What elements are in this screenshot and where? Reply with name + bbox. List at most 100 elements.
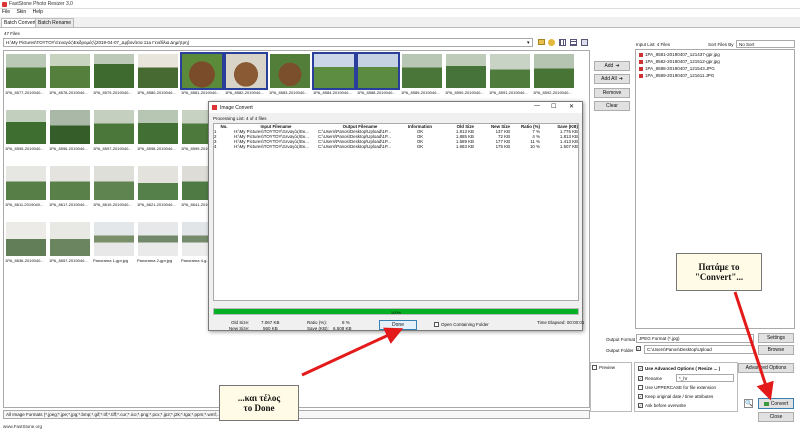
list-item[interactable]: 1PA_8582-20190407_121512-gpr.jpg [639, 59, 720, 64]
convert-icon [763, 401, 769, 406]
maximize-icon[interactable]: ☐ [551, 103, 556, 110]
arrow-right-icon: ➜ [615, 63, 620, 69]
sort-dropdown[interactable]: No Sort [736, 40, 795, 48]
thumbnail-label: 1PA_8588-2019040... [357, 90, 396, 95]
ask-overwrite-checkbox[interactable]: ✓ [638, 403, 643, 408]
thumbnail[interactable]: 1PA_8592-2019040... [533, 53, 575, 97]
rename-checkbox[interactable]: ✓ [638, 376, 643, 381]
uppercase-checkbox[interactable] [638, 385, 643, 390]
browse-button[interactable]: Browse [758, 345, 794, 355]
time-elapsed: Time Elapsed: 00:00:01 [537, 320, 585, 325]
thumbnail[interactable]: 1PA_8597-2019040... [93, 109, 135, 153]
thumbnail-image [180, 52, 224, 90]
thumbnail-image [50, 222, 90, 256]
cell-no: 4 [214, 144, 217, 149]
folder-icon[interactable] [538, 39, 545, 45]
results-table-frame [213, 123, 579, 301]
keep-date-label: Keep original date / time attributes [645, 394, 714, 399]
thumbnail[interactable]: 1PA_8596-2019040... [49, 109, 91, 153]
thumbnail-image [50, 54, 90, 88]
thumbnail[interactable]: 1PA_8621-2019040... [137, 165, 179, 209]
tab-batch-rename[interactable]: Batch Rename [35, 18, 75, 27]
add-all-button[interactable]: Add All ➜ [594, 74, 630, 84]
table-row[interactable]: 4 H:\My Pictures\ΤΟΥΤΟΥ\Ξεναγός\Εκ... C:\U… [214, 144, 578, 149]
image-convert-dialog: Image Convert — ☐ ✕ Processing List: 4 o… [208, 101, 585, 331]
close-button[interactable]: Close [758, 412, 794, 422]
folder-path-field[interactable]: H:\My Pictures\ΤΟΥΤΟΥ\Ξεναγός\Εκδρομές\(… [3, 38, 533, 47]
cell-new-size: 175 KB [495, 144, 510, 149]
advanced-options-button[interactable]: Advanced Options [738, 363, 794, 373]
thumbnail-label: 1PA_8592-2019040... [533, 90, 572, 95]
sort-label: Sort Files By [708, 42, 734, 47]
thumbnail[interactable]: 1PA_8590-2019040... [445, 53, 487, 97]
help-icon[interactable]: 🔍 [744, 399, 753, 408]
thumbnail[interactable]: 1PA_8579-2019040... [93, 53, 135, 97]
website-link[interactable]: www.FastStone.org [3, 424, 42, 429]
settings-button[interactable]: Settings [758, 333, 794, 343]
thumbnail-selected[interactable]: 1PA_8582-2019040... [224, 52, 268, 97]
menu-skin[interactable]: Skin [16, 9, 26, 15]
done-button[interactable]: Done [379, 320, 417, 330]
thumbnail-selected[interactable]: 1PA_8588-2019040... [356, 52, 400, 97]
output-format-dropdown[interactable]: JPEG Format (*.jpg) [636, 334, 754, 343]
thumbnail[interactable]: 1PA_8636-2019040... [5, 221, 47, 265]
app-icon [2, 2, 7, 7]
remove-button[interactable]: Remove [594, 88, 630, 98]
cell-ratio: 10 % [529, 144, 540, 149]
results-table[interactable]: No. Input Filename Output Filename Infor… [214, 124, 578, 149]
rename-pattern-field[interactable]: *_hr [676, 374, 734, 382]
thumbnail[interactable]: 1PA_8578-2019040... [49, 53, 91, 97]
view-details-icon[interactable] [581, 39, 588, 46]
add-button[interactable]: Add ➜ [594, 61, 630, 71]
thumbnail-label: 1PA_8577-2019040... [5, 90, 44, 95]
refresh-icon[interactable] [548, 39, 555, 46]
close-icon[interactable]: ✕ [569, 103, 574, 110]
thumbnail[interactable]: Panorama 2-gpr.jpg [137, 221, 179, 265]
thumbnail[interactable]: 1PA_8619-2019040... [93, 165, 135, 209]
output-folder-checkbox[interactable]: ✓ [636, 346, 641, 351]
thumbnail-image [534, 54, 574, 88]
keep-date-checkbox[interactable]: ✓ [638, 394, 643, 399]
list-item[interactable]: 1PA_8588-20190407_121543.JPG [639, 66, 715, 71]
title-bar: FastStone Photo Resizer 3.0 [0, 0, 800, 9]
thumbnail-selected[interactable]: 1PA_8581-2019040... [180, 52, 224, 97]
tab-strip: Batch Convert Batch Rename [0, 17, 800, 27]
tab-batch-convert[interactable]: Batch Convert [1, 18, 39, 27]
output-folder-field[interactable]: C:\Users\Panos\Desktop\Upload [644, 345, 754, 354]
thumbnail[interactable]: 1PA_8589-2019040... [401, 53, 443, 97]
open-folder-checkbox[interactable] [434, 322, 439, 327]
thumbnail[interactable]: 1PA_8657-2019040... [49, 221, 91, 265]
old-size-value: 7.067 KB [261, 320, 280, 325]
menu-help[interactable]: Help [33, 9, 43, 15]
thumbnail-label: 1PA_8591-2019040... [489, 90, 528, 95]
thumbnail[interactable]: Panorama 1-gpr.jpg [93, 221, 135, 265]
list-item[interactable]: 1PA_8581-20190407_121437-gpr.jpg [639, 52, 720, 57]
view-thumbs-icon[interactable] [559, 39, 566, 46]
done-note-line-1: ...και τέλος [237, 393, 281, 403]
thumbnail[interactable]: 1PA_8591-2019040... [489, 53, 531, 97]
thumbnail-image [6, 166, 46, 200]
thumbnail[interactable]: 1PA_8598-2019040... [137, 109, 179, 153]
list-item[interactable]: 1PA_8589-20190407_121611.JPG [639, 73, 714, 78]
clear-button[interactable]: Clear [594, 101, 630, 111]
minimize-icon[interactable]: — [534, 103, 540, 109]
thumbnail-label: 1PA_8581-2019040... [181, 90, 220, 95]
thumbnail[interactable]: 1PA_8583-2019040... [269, 53, 311, 97]
thumbnail[interactable]: 1PA_8595-2019040... [5, 109, 47, 153]
thumbnail-selected[interactable]: 1PA_8584-2019040... [312, 52, 356, 97]
thumbnail-label: 1PA_8578-2019040... [49, 90, 88, 95]
thumbnail-label: 1PA_8611-2019040... [5, 202, 44, 207]
thumbnail[interactable]: 1PA_8580-2019040... [137, 53, 179, 97]
preview-checkbox[interactable] [592, 365, 597, 370]
thumbnail-label: 1PA_8579-2019040... [93, 90, 132, 95]
menu-file[interactable]: File [2, 9, 10, 15]
convert-button[interactable]: Convert [758, 398, 794, 409]
thumbnail[interactable]: 1PA_8611-2019040... [5, 165, 47, 209]
thumbnail[interactable]: 1PA_8577-2019040... [5, 53, 47, 97]
thumbnail-label: 1PA_8580-2019040... [137, 90, 176, 95]
file-count: 47 Files [4, 31, 20, 36]
thumbnail[interactable]: 1PA_8617-2019040... [49, 165, 91, 209]
path-dropdown-icon[interactable]: ▾ [527, 40, 530, 46]
view-list-icon[interactable] [570, 39, 577, 46]
use-advanced-checkbox[interactable]: ✓ [638, 366, 643, 371]
